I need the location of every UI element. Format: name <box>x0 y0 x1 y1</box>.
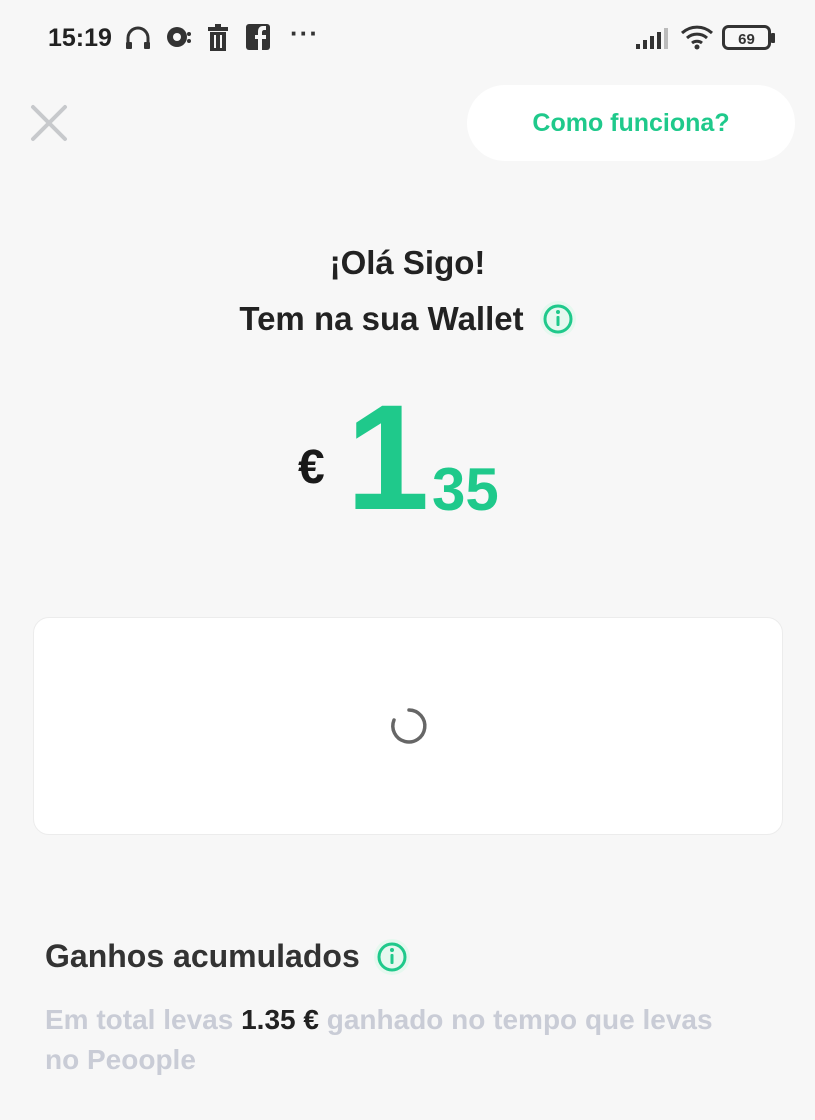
signal-icon <box>636 26 670 55</box>
balance-currency: € <box>298 441 325 494</box>
trash-icon <box>206 24 230 57</box>
how-it-works-button[interactable]: Como funciona? <box>467 85 795 161</box>
battery-level: 69 <box>738 31 755 48</box>
accumulated-earnings-description: Em total levas 1.35 € ganhado no tempo q… <box>45 1000 745 1080</box>
accumulated-earnings-title-row: Ganhos acumulados <box>45 938 410 975</box>
wallet-balance: € 1 35 <box>298 382 538 532</box>
accumulated-amount: 1.35 € <box>241 1004 319 1035</box>
accumulated-info-icon[interactable] <box>373 938 410 975</box>
wallet-screen: 15:19 ··· 69 Como funciona? ¡Olá Sigo! T… <box>0 0 815 1120</box>
wifi-icon <box>680 24 714 55</box>
status-bar: 15:19 ··· 69 <box>0 0 815 80</box>
facebook-icon <box>246 24 270 55</box>
wallet-label: Tem na sua Wallet <box>239 300 524 337</box>
accumulated-earnings-title: Ganhos acumulados <box>45 938 360 974</box>
close-icon <box>31 105 67 141</box>
chat-bubble-icon <box>164 24 192 57</box>
greeting-title: ¡Olá Sigo! <box>329 244 486 281</box>
balance-decimal: 35 <box>432 456 499 523</box>
how-it-works-label: Como funciona? <box>532 108 730 137</box>
loading-card <box>33 617 783 835</box>
accumulated-text-before: Em total levas <box>45 1004 234 1035</box>
status-time: 15:19 <box>48 24 112 52</box>
close-button[interactable] <box>28 102 70 144</box>
wallet-label-row: Tem na sua Wallet <box>0 300 815 338</box>
headphones-icon <box>124 24 152 57</box>
battery-icon: 69 <box>722 25 776 56</box>
loading-spinner-icon <box>389 706 429 751</box>
wallet-info-icon[interactable] <box>539 301 576 337</box>
balance-integer: 1 <box>346 373 430 541</box>
more-notifications-icon: ··· <box>290 18 319 48</box>
